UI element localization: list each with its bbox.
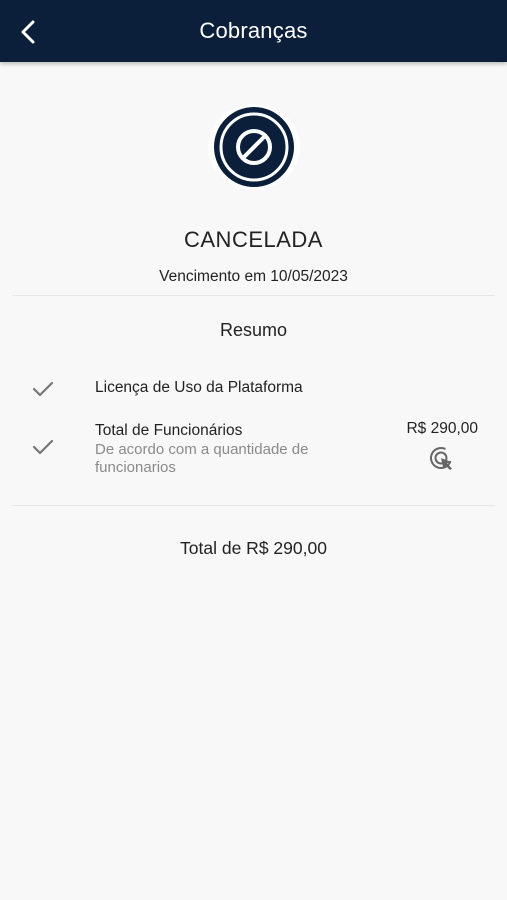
summary-item-title: Licença de Uso da Plataforma [95,379,303,396]
back-button[interactable] [12,16,44,48]
summary-item-title: Total de Funcionários [95,422,243,439]
chevron-left-icon [21,20,35,44]
divider-bottom [12,505,495,506]
due-date-text: Vencimento em 10/05/2023 [159,268,348,285]
divider-top [12,295,495,296]
summary-item-subtitle: De acordo com a quantidade de funcionari… [95,441,309,476]
check-icon [32,381,54,397]
summary-heading: Resumo [219,320,288,340]
page-title: Cobranças [199,18,308,43]
check-icon [32,439,54,455]
status-icon-container [206,103,302,191]
top-app-bar: Cobranças [0,0,507,62]
total-amount: Total de R$ 290,00 [180,538,327,558]
charge-detail-screen: Cobranças CANCELADA Vencimento em 10/05/… [0,0,507,900]
status-label: CANCELADA [184,227,323,252]
cancel-ban-icon [208,104,300,190]
pointer-click-icon[interactable] [428,445,456,471]
summary-item-price: R$ 290,00 [406,420,478,437]
